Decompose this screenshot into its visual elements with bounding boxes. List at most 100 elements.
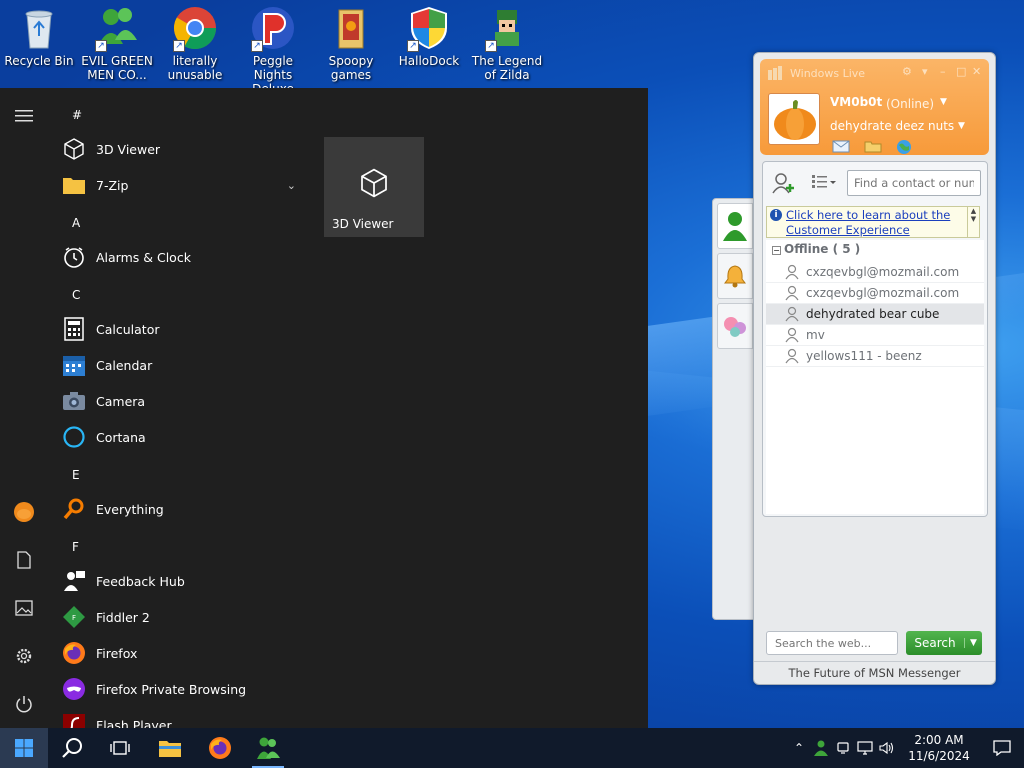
add-contact-button[interactable] xyxy=(771,172,797,194)
status-dropdown-icon[interactable]: ▼ xyxy=(940,97,947,107)
offline-person-icon xyxy=(785,264,799,280)
desktop-icon-spoopy-games[interactable]: Spoopy games xyxy=(312,4,390,82)
letter-header[interactable]: # xyxy=(72,108,82,122)
app-firefox[interactable]: Firefox xyxy=(62,637,310,669)
contact-name: yellows111 - beenz xyxy=(806,349,922,363)
webcam-icon[interactable] xyxy=(832,728,854,768)
contact-view-menu-button[interactable] xyxy=(811,172,839,194)
chevron-down-icon[interactable]: ⌄ xyxy=(287,179,296,192)
chevron-up-icon[interactable]: ⌃ xyxy=(788,728,810,768)
app-flash-player[interactable]: Flash Player xyxy=(62,709,310,728)
taskbar-firefox[interactable] xyxy=(196,728,244,768)
settings-icon[interactable]: ⚙ xyxy=(902,65,912,78)
search-button-label: Search xyxy=(914,636,956,650)
tab-alerts[interactable] xyxy=(717,253,753,299)
action-center-button[interactable] xyxy=(980,728,1024,768)
contact-item[interactable]: yellows111 - beenz xyxy=(766,346,984,367)
close-icon[interactable]: ✕ xyxy=(972,65,981,78)
volume-icon[interactable] xyxy=(876,728,898,768)
app-alarms-clock[interactable]: Alarms & Clock xyxy=(62,241,310,273)
app-3d-viewer[interactable]: 3D Viewer xyxy=(62,133,310,165)
tile-3d-viewer[interactable]: 3D Viewer xyxy=(324,137,424,237)
contact-item[interactable]: mv xyxy=(766,325,984,346)
tab-contacts[interactable] xyxy=(717,203,753,249)
offline-person-icon xyxy=(785,327,799,343)
app-cortana[interactable]: Cortana xyxy=(62,421,310,453)
contact-list: − Offline ( 5 ) cxzqevbgl@mozmail.com cxz… xyxy=(766,240,984,514)
letter-header[interactable]: E xyxy=(72,468,80,482)
maximize-icon[interactable]: □ xyxy=(956,65,966,78)
system-tray: ⌃ 2:00 AM 11/6/2024 xyxy=(788,728,1024,768)
globe-icon[interactable] xyxy=(896,139,912,155)
user-display-name[interactable]: VM0b0t xyxy=(830,95,882,109)
start-button[interactable] xyxy=(0,728,48,768)
messenger-tray-icon[interactable] xyxy=(810,728,832,768)
desktop-icon-evil-green-men[interactable]: ↗ EVIL GREEN MEN CO... xyxy=(78,4,156,82)
mail-icon[interactable] xyxy=(832,139,850,153)
contact-item[interactable]: cxzqevbgl@mozmail.com xyxy=(766,283,984,304)
app-label: Firefox xyxy=(96,645,138,661)
personal-message[interactable]: dehydrate deez nuts xyxy=(830,119,954,133)
user-status[interactable]: (Online) xyxy=(886,97,934,111)
shortcut-arrow-icon: ↗ xyxy=(251,40,263,52)
app-7-zip[interactable]: 7-Zip ⌄ xyxy=(62,169,310,201)
app-firefox-private[interactable]: Firefox Private Browsing xyxy=(62,673,310,705)
hamburger-menu-icon[interactable] xyxy=(0,96,48,136)
app-everything[interactable]: Everything xyxy=(62,493,310,525)
contact-item-selected[interactable]: dehydrated bear cube xyxy=(766,304,984,325)
letter-header[interactable]: A xyxy=(72,216,80,230)
offline-person-icon xyxy=(785,285,799,301)
task-view-button[interactable] xyxy=(96,728,144,768)
app-feedback-hub[interactable]: Feedback Hub xyxy=(62,565,310,597)
desktop-icon-literally-unusable[interactable]: ↗ literally unusable xyxy=(156,4,234,82)
shortcut-arrow-icon: ↗ xyxy=(485,40,497,52)
messenger-header: Windows Live ⚙ ▾ – □ ✕ VM0b0t (Online) ▼… xyxy=(760,59,989,155)
group-offline[interactable]: − Offline ( 5 ) xyxy=(772,242,860,256)
settings-gear-icon[interactable] xyxy=(0,636,48,676)
user-avatar-icon[interactable] xyxy=(0,492,48,532)
customer-experience-link[interactable]: Click here to learn about the Customer E… xyxy=(786,208,964,238)
contact-item[interactable]: cxzqevbgl@mozmail.com xyxy=(766,262,984,283)
minimize-icon[interactable]: – xyxy=(940,65,946,78)
notice-scrollbar[interactable]: ▲ ▼ xyxy=(967,207,979,237)
power-icon[interactable] xyxy=(0,684,48,724)
letter-header[interactable]: C xyxy=(72,288,80,302)
title-bar[interactable]: Windows Live ⚙ ▾ – □ ✕ xyxy=(760,65,989,83)
app-calculator[interactable]: Calculator xyxy=(62,313,310,345)
network-icon[interactable] xyxy=(854,728,876,768)
menu-arrow-icon[interactable]: ▾ xyxy=(922,65,928,78)
desktop-icon-hallodock[interactable]: ↗ HalloDock xyxy=(390,4,468,68)
search-button[interactable] xyxy=(48,728,96,768)
letter-header[interactable]: F xyxy=(72,540,79,554)
pictures-icon[interactable] xyxy=(0,588,48,628)
taskbar-file-explorer[interactable] xyxy=(146,728,194,768)
desktop-icon-legend-of-zilda[interactable]: ↗ The Legend of Zilda xyxy=(468,4,546,82)
shield-icon: ↗ xyxy=(405,4,453,52)
desktop-icon-peggle[interactable]: ↗ Peggle Nights Deluxe xyxy=(234,4,312,96)
search-dropdown-icon[interactable]: ▼ xyxy=(964,638,982,648)
desktop-icon-label: HalloDock xyxy=(398,54,460,68)
task-view-icon xyxy=(110,741,130,755)
find-contact-input[interactable] xyxy=(847,170,981,196)
search-web-input[interactable] xyxy=(766,631,898,655)
desktop-icon-recycle-bin[interactable]: Recycle Bin xyxy=(0,4,78,68)
documents-icon[interactable] xyxy=(0,540,48,580)
message-dropdown-icon[interactable]: ▼ xyxy=(958,121,965,131)
collapse-icon[interactable]: − xyxy=(772,246,781,255)
folder-icon xyxy=(327,4,375,52)
app-camera[interactable]: Camera xyxy=(62,385,310,417)
contact-name: cxzqevbgl@mozmail.com xyxy=(806,265,960,279)
messenger-buddies-icon: ↗ xyxy=(93,4,141,52)
avatar[interactable] xyxy=(768,93,820,145)
calendar-icon xyxy=(62,353,86,377)
app-fiddler-2[interactable]: F Fiddler 2 xyxy=(62,601,310,633)
clock-icon xyxy=(62,245,86,269)
search-button[interactable]: Search ▼ xyxy=(906,631,982,655)
taskbar-messenger[interactable] xyxy=(244,728,292,768)
taskbar-clock[interactable]: 2:00 AM 11/6/2024 xyxy=(898,732,980,764)
folder-icon[interactable] xyxy=(864,139,882,153)
start-menu-rail xyxy=(0,88,48,728)
bell-icon xyxy=(724,265,746,288)
app-calendar[interactable]: Calendar xyxy=(62,349,310,381)
tab-social[interactable] xyxy=(717,303,753,349)
